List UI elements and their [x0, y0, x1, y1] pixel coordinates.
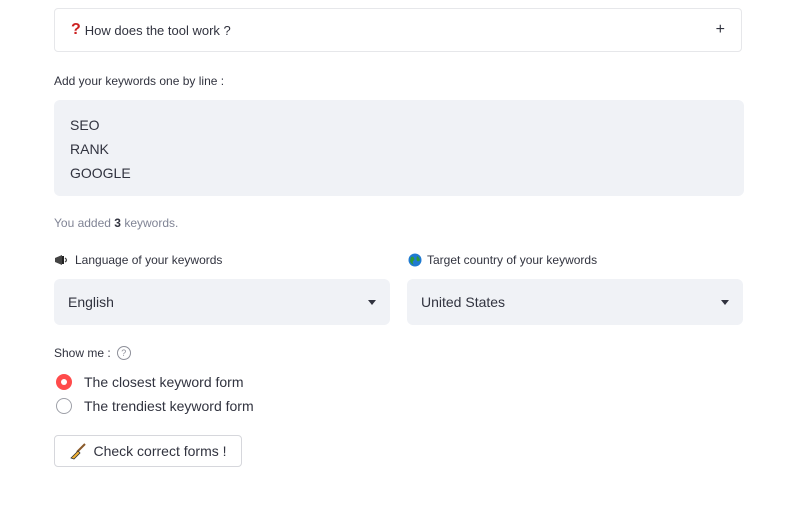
country-selected-value: United States — [421, 294, 506, 310]
country-select[interactable]: United States — [407, 279, 743, 325]
country-label: Target country of your keywords — [408, 253, 597, 267]
radio-closest-form[interactable]: The closest keyword form — [56, 374, 244, 390]
help-icon[interactable]: ? — [116, 346, 131, 360]
radio-trendiest-label: The trendiest keyword form — [84, 398, 254, 414]
expander-label: How does the tool work ? — [84, 22, 231, 38]
count-prefix: You added — [54, 216, 115, 230]
expand-plus-icon[interactable]: + — [716, 21, 725, 39]
globe-icon — [408, 253, 422, 267]
radio-selected-icon[interactable] — [56, 374, 72, 390]
keyword-count: 3 — [114, 216, 121, 230]
language-label-text: Language of your keywords — [75, 253, 223, 267]
keywords-textarea[interactable]: SEO RANK GOOGLE — [54, 100, 744, 196]
radio-closest-label: The closest keyword form — [84, 374, 244, 390]
radio-trendiest-form[interactable]: The trendiest keyword form — [56, 398, 254, 414]
megaphone-icon — [54, 254, 70, 266]
keyword-count-text: You added 3 keywords. — [54, 216, 178, 230]
chevron-down-icon — [368, 299, 376, 305]
question-mark-icon: ? — [71, 21, 81, 38]
country-label-text: Target country of your keywords — [427, 253, 598, 267]
radio-unselected-icon[interactable] — [56, 398, 72, 414]
language-select[interactable]: English — [54, 279, 390, 325]
language-label: Language of your keywords — [54, 253, 222, 267]
show-me-label: Show me : ? — [54, 346, 131, 360]
keywords-label: Add your keywords one by line : — [54, 74, 225, 88]
show-me-text: Show me : — [54, 346, 111, 360]
count-suffix: keywords. — [120, 216, 179, 230]
how-it-works-expander[interactable]: ? How does the tool work ? + — [54, 8, 742, 52]
broom-icon — [69, 442, 87, 460]
expander-header: ? How does the tool work ? — [71, 22, 231, 38]
language-selected-value: English — [68, 294, 114, 310]
check-correct-forms-label: Check correct forms ! — [93, 443, 227, 459]
check-correct-forms-button[interactable]: Check correct forms ! — [54, 435, 242, 467]
chevron-down-icon — [721, 299, 729, 305]
